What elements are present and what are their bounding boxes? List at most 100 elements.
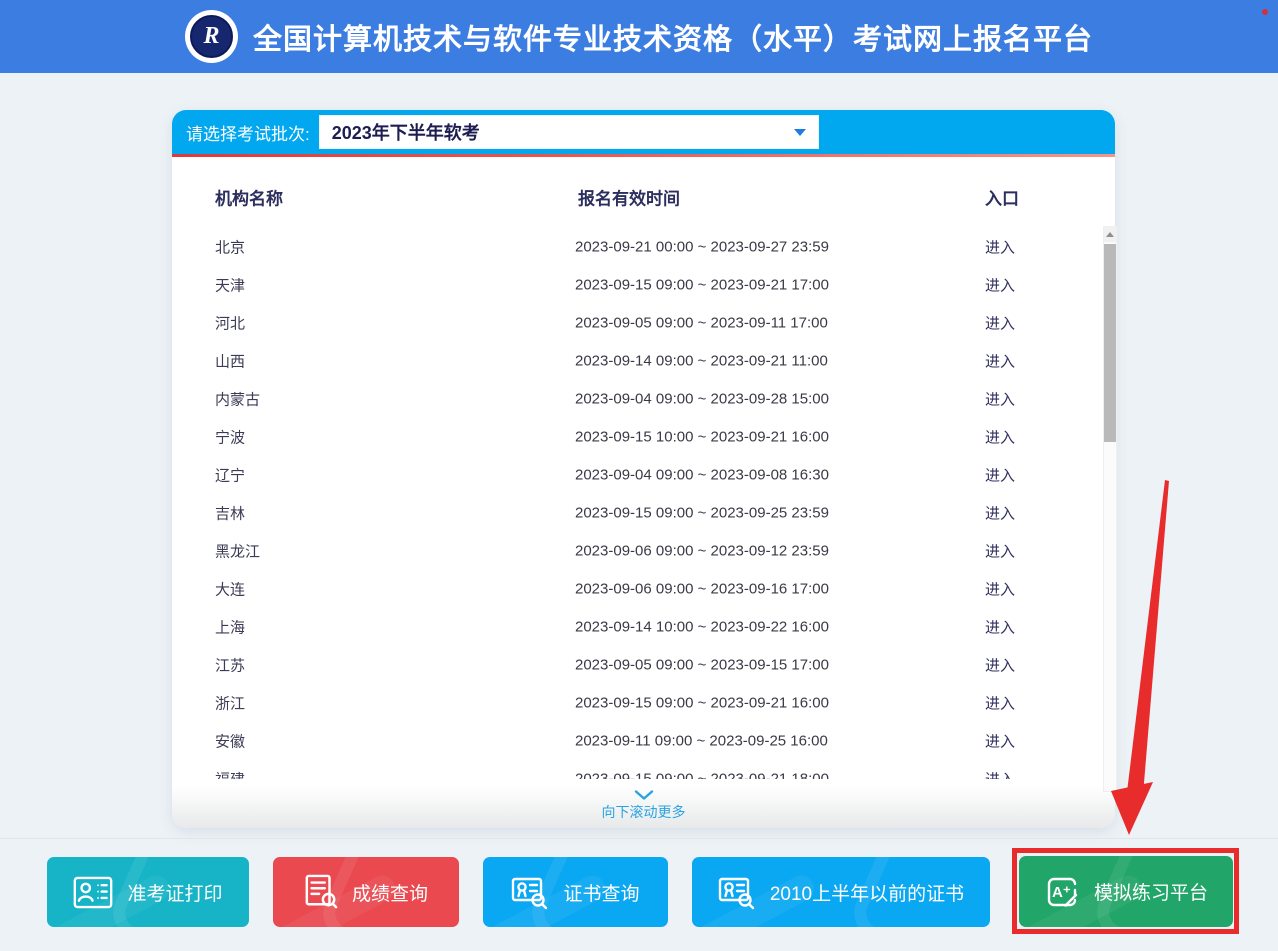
registration-valid-time: 2023-09-14 10:00 ~ 2023-09-22 16:00: [575, 619, 829, 636]
registration-valid-time: 2023-09-15 09:00 ~ 2023-09-25 23:59: [575, 505, 829, 522]
enter-link[interactable]: 进入: [985, 503, 1015, 524]
org-name: 吉林: [215, 503, 245, 524]
org-name: 安徽: [215, 731, 245, 752]
org-name: 江苏: [215, 655, 245, 676]
org-name: 天津: [215, 275, 245, 296]
accent-divider: [172, 154, 1115, 157]
footer-button-label: 成绩查询: [352, 879, 428, 906]
enter-link[interactable]: 进入: [985, 351, 1015, 372]
registration-valid-time: 2023-09-05 09:00 ~ 2023-09-15 17:00: [575, 657, 829, 674]
org-name: 宁波: [215, 427, 245, 448]
org-name: 浙江: [215, 693, 245, 714]
table-row: 浙江2023-09-15 09:00 ~ 2023-09-21 16:00进入: [172, 684, 1092, 722]
enter-link[interactable]: 进入: [985, 693, 1015, 714]
enter-link[interactable]: 进入: [985, 617, 1015, 638]
scroll-more-hint[interactable]: 向下滚动更多: [172, 790, 1115, 822]
enter-link[interactable]: 进入: [985, 389, 1015, 410]
table-scrollbar[interactable]: [1103, 226, 1117, 792]
registration-valid-time: 2023-09-14 09:00 ~ 2023-09-21 11:00: [575, 353, 828, 370]
enter-link[interactable]: 进入: [985, 313, 1015, 334]
org-name: 福建: [215, 769, 245, 780]
registration-valid-time: 2023-09-11 09:00 ~ 2023-09-25 16:00: [575, 733, 828, 750]
practice-platform-icon: A⁺: [1044, 874, 1080, 910]
footer-button-label: 证书查询: [563, 879, 639, 906]
column-header-entry: 入口: [985, 185, 1019, 210]
table-row: 河北 2023-09-05 09:00 ~ 2023-09-11 17:00 进入: [172, 304, 1092, 342]
table-row: 上海 2023-09-14 10:00 ~ 2023-09-22 16:00 进入: [172, 608, 1092, 646]
svg-text:A⁺: A⁺: [1052, 884, 1071, 901]
logo-letter: R: [190, 15, 233, 58]
enter-link[interactable]: 进入: [985, 237, 1015, 258]
footer-button-label: 2010上半年以前的证书: [770, 879, 964, 906]
org-name: 山西: [215, 351, 245, 372]
certificate-query-icon: [718, 875, 756, 910]
exam-table-body: 北京2023-09-21 00:00 ~ 2023-09-27 23:59进入天…: [172, 228, 1092, 779]
registration-valid-time: 2023-09-15 10:00 ~ 2023-09-21 16:00: [575, 429, 829, 446]
org-name: 北京: [215, 237, 245, 258]
arrow-up-icon: [1106, 232, 1114, 237]
practice-platform-button[interactable]: A⁺ 模拟练习平台: [1019, 856, 1233, 927]
table-header-row: 机构名称 报名有效时间 入口: [172, 180, 1115, 214]
certificate-query-icon: [511, 875, 549, 910]
enter-link[interactable]: 进入: [985, 579, 1015, 600]
registration-valid-time: 2023-09-04 09:00 ~ 2023-09-08 16:30: [575, 467, 829, 484]
registration-valid-time: 2023-09-15 09:00 ~ 2023-09-21 17:00: [575, 277, 829, 294]
table-row: 吉林 2023-09-15 09:00 ~ 2023-09-25 23:59 进入: [172, 494, 1092, 532]
footer-button-label: 模拟练习平台: [1094, 878, 1208, 905]
table-row: 安徽 2023-09-11 09:00 ~ 2023-09-25 16:00 进入: [172, 722, 1092, 760]
enter-link[interactable]: 进入: [985, 427, 1015, 448]
table-row: 山西 2023-09-14 09:00 ~ 2023-09-21 11:00 进入: [172, 342, 1092, 380]
enter-link[interactable]: 进入: [985, 769, 1015, 780]
org-name: 大连: [215, 579, 245, 600]
table-row: 宁波 2023-09-15 10:00 ~ 2023-09-21 16:00 进入: [172, 418, 1092, 456]
scroll-more-label: 向下滚动更多: [602, 804, 686, 820]
registration-valid-time: 2023-09-04 09:00 ~ 2023-09-28 15:00: [575, 391, 829, 408]
column-header-time: 报名有效时间: [578, 185, 680, 210]
column-header-org: 机构名称: [215, 185, 283, 210]
chevron-down-icon: [634, 790, 654, 800]
score-query-button[interactable]: 成绩查询: [273, 857, 459, 927]
enter-link[interactable]: 进入: [985, 655, 1015, 676]
page: { "header": { "title": "全国计算机技术与软件专业技术资格…: [0, 0, 1278, 951]
enter-link[interactable]: 进入: [985, 465, 1015, 486]
enter-link[interactable]: 进入: [985, 275, 1015, 296]
exam-batch-selected-value: 2023年下半年软考: [332, 119, 480, 145]
admission-ticket-icon: [73, 876, 113, 909]
table-row: 内蒙古 2023-09-04 09:00 ~ 2023-09-28 15:00 进入: [172, 380, 1092, 418]
score-query-icon: [304, 874, 338, 910]
registration-valid-time: 2023-09-05 09:00 ~ 2023-09-11 17:00: [575, 315, 828, 332]
chevron-down-icon[interactable]: [794, 129, 806, 136]
exam-batch-select[interactable]: 2023年下半年软考: [319, 115, 819, 149]
registration-valid-time: 2023-09-06 09:00 ~ 2023-09-16 17:00: [575, 581, 829, 598]
table-row: 北京2023-09-21 00:00 ~ 2023-09-27 23:59进入: [172, 228, 1092, 266]
org-name: 内蒙古: [215, 389, 260, 410]
footer-divider: [0, 838, 1278, 839]
registration-valid-time: 2023-09-06 09:00 ~ 2023-09-12 23:59: [575, 543, 829, 560]
org-name: 辽宁: [215, 465, 245, 486]
site-logo: R: [185, 10, 238, 63]
registration-valid-time: 2023-09-15 09:00 ~ 2023-09-21 18:00: [575, 771, 829, 780]
table-row: 黑龙江 2023-09-06 09:00 ~ 2023-09-12 23:59 进入: [172, 532, 1092, 570]
batch-select-label: 请选择考试批次:: [186, 120, 310, 145]
certificate-query-button[interactable]: 证书查询: [483, 857, 668, 927]
scrollbar-thumb[interactable]: [1104, 244, 1116, 442]
footer-button-label: 准考证打印: [127, 879, 222, 906]
table-row: 天津 2023-09-15 09:00 ~ 2023-09-21 17:00 进入: [172, 266, 1092, 304]
pre-2010-certificate-button[interactable]: 2010上半年以前的证书: [692, 857, 990, 927]
table-row: 辽宁 2023-09-04 09:00 ~ 2023-09-08 16:30 进入: [172, 456, 1092, 494]
table-row: 大连 2023-09-06 09:00 ~ 2023-09-16 17:00 进入: [172, 570, 1092, 608]
org-name: 黑龙江: [215, 541, 260, 562]
org-name: 河北: [215, 313, 245, 334]
top-banner: R 全国计算机技术与软件专业技术资格（水平）考试网上报名平台: [0, 0, 1278, 73]
exam-batch-panel: 请选择考试批次: 2023年下半年软考 机构名称 报名有效时间 入口 北京202…: [172, 110, 1115, 828]
logo-dot: [1262, 9, 1268, 15]
enter-link[interactable]: 进入: [985, 731, 1015, 752]
page-title: 全国计算机技术与软件专业技术资格（水平）考试网上报名平台: [253, 16, 1093, 58]
table-row: 江苏 2023-09-05 09:00 ~ 2023-09-15 17:00 进入: [172, 646, 1092, 684]
scrollbar-up-button[interactable]: [1104, 227, 1116, 242]
batch-filter-bar: 请选择考试批次: 2023年下半年软考: [172, 110, 1115, 154]
admission-ticket-print-button[interactable]: 准考证打印: [47, 857, 249, 927]
table-row: 福建 2023-09-15 09:00 ~ 2023-09-21 18:00 进入: [172, 760, 1092, 779]
org-name: 上海: [215, 617, 245, 638]
enter-link[interactable]: 进入: [985, 541, 1015, 562]
